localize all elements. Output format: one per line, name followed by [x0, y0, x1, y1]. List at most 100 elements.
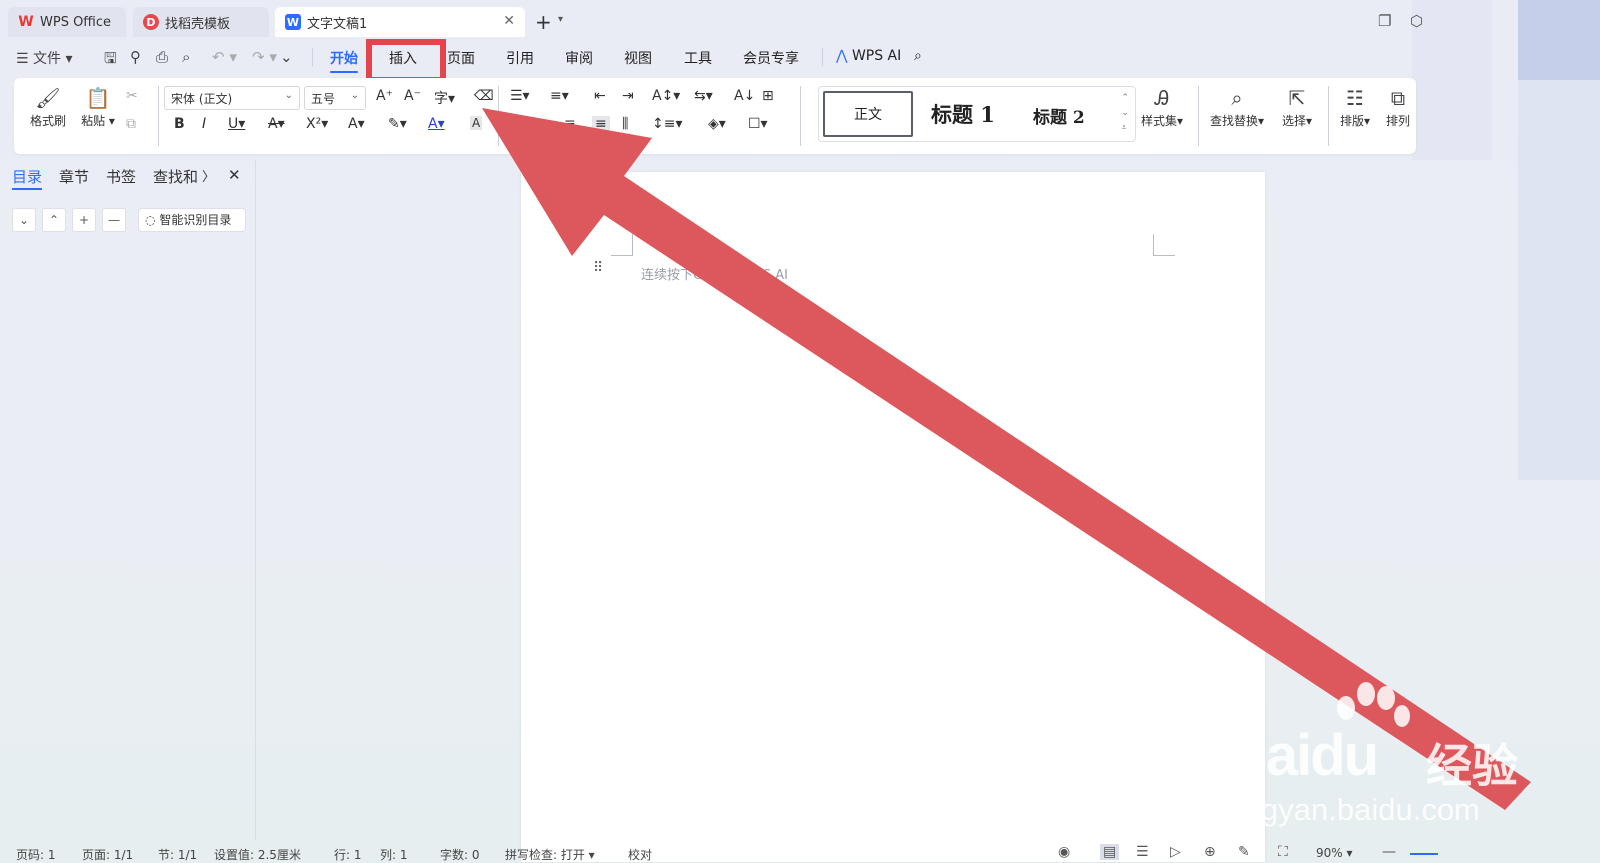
wps-ai-button[interactable]: ⋀ WPS AI — [836, 48, 901, 64]
restore-window-icon[interactable]: ❐ — [1378, 12, 1391, 30]
tab-member[interactable]: 会员专享 — [743, 48, 799, 68]
fit-page-icon[interactable]: ⛶ — [1278, 844, 1288, 860]
bullet-list-icon[interactable]: ☰▾ — [510, 88, 530, 104]
char-shading-icon[interactable]: A — [470, 116, 483, 130]
tab-page[interactable]: 页面 — [447, 48, 475, 68]
nav-tab-toc[interactable]: 目录 — [12, 166, 42, 187]
line-spacing-icon[interactable]: ↕≡▾ — [652, 116, 683, 132]
tab-document[interactable]: W 文字文稿1 ✕ — [275, 7, 525, 37]
select-button[interactable]: ⇱ 选择▾ — [1274, 86, 1320, 129]
web-view-icon[interactable]: ⊕ — [1204, 844, 1216, 860]
status-word-count[interactable]: 字数: 0 — [440, 846, 480, 863]
link-icon[interactable]: ⚲ — [130, 48, 141, 66]
nav-tab-bookmark[interactable]: 书签 — [106, 166, 136, 187]
style-heading-1[interactable]: 标题 1 — [931, 99, 995, 129]
menu-file-button[interactable]: ☰ 文件 ▾ — [16, 48, 73, 68]
zoom-out-icon[interactable]: — — [1382, 844, 1396, 860]
print-icon[interactable]: ⎙ — [156, 48, 168, 66]
text-direction-icon[interactable]: A↕▾ — [652, 88, 680, 104]
highlight-icon[interactable]: ✎▾ — [388, 116, 407, 132]
tab-references[interactable]: 引用 — [506, 48, 534, 68]
shrink-font-icon[interactable]: A⁻ — [404, 88, 421, 104]
page-view-icon[interactable]: ▤ — [1100, 844, 1120, 860]
status-page[interactable]: 页码: 1 — [16, 846, 56, 863]
font-size-select[interactable]: 五号 ⌄ — [304, 86, 366, 110]
text-effect-icon[interactable]: A▾ — [348, 116, 365, 132]
nav-tab-chapter[interactable]: 章节 — [59, 166, 89, 187]
increase-indent-icon[interactable]: ⇥ — [622, 88, 634, 104]
close-icon[interactable]: ✕ — [503, 13, 515, 29]
italic-icon[interactable]: I — [202, 116, 206, 132]
find-replace-button[interactable]: ⌕ 查找替换▾ — [1204, 86, 1270, 129]
style-heading-2[interactable]: 标题 2 — [1033, 103, 1085, 128]
paste-button[interactable]: 📋 粘贴 ▾ — [76, 86, 120, 129]
expand-button[interactable]: ⌃ — [42, 208, 66, 232]
nav-tab-find[interactable]: 查找和 — [153, 166, 198, 187]
ai-toc-button[interactable]: ◌ 智能识别目录 — [138, 208, 246, 232]
decrease-indent-icon[interactable]: ⇤ — [594, 88, 606, 104]
status-row[interactable]: 行: 1 — [334, 846, 362, 863]
arrange-button[interactable]: ⧉ 排列 — [1382, 86, 1414, 129]
clear-format-icon[interactable]: ⌫ — [474, 88, 494, 104]
tab-wps-office[interactable]: W WPS Office — [8, 7, 126, 37]
cube-icon[interactable]: ⬡ — [1410, 12, 1423, 30]
strikethrough-icon[interactable]: A▾ — [268, 116, 285, 132]
status-spellcheck[interactable]: 拼写检查: 打开 ▾ — [505, 846, 595, 863]
outline-view-icon[interactable]: ☰ — [1136, 844, 1149, 860]
wps-ai-icon: ⋀ — [836, 48, 848, 64]
tab-daoke-templates[interactable]: D 找稻壳模板 — [133, 7, 269, 37]
chevron-right-icon[interactable]: 〉 — [202, 166, 215, 185]
status-setting[interactable]: 设置值: 2.5厘米 — [214, 846, 301, 863]
font-color-icon[interactable]: A▾ — [428, 116, 445, 132]
undo-icon[interactable]: ↶ ▾ — [212, 48, 237, 66]
style-normal[interactable]: 正文 — [823, 91, 913, 137]
collapse-button[interactable]: ⌄ — [12, 208, 36, 232]
style-set-button[interactable]: Ꭿ 样式集▾ — [1134, 86, 1190, 129]
tab-tools[interactable]: 工具 — [684, 48, 712, 68]
tab-home[interactable]: 开始 — [330, 48, 358, 68]
status-proofread[interactable]: 校对 — [628, 846, 652, 863]
remove-level-button[interactable]: — — [102, 208, 126, 232]
shading-icon[interactable]: ◈▾ — [708, 116, 726, 132]
chevron-down-icon[interactable]: ▾ — [558, 14, 563, 25]
numbered-list-icon[interactable]: ≡▾ — [550, 88, 569, 104]
search-icon[interactable]: ⌕ — [914, 48, 922, 64]
print-preview-icon[interactable]: ⌕ — [182, 48, 190, 66]
font-name-select[interactable]: 宋体 (正文) ⌄ — [164, 86, 300, 110]
tab-view[interactable]: 视图 — [624, 48, 652, 68]
add-level-button[interactable]: + — [72, 208, 96, 232]
close-icon[interactable]: ✕ — [228, 166, 241, 184]
grow-font-icon[interactable]: A⁺ — [376, 88, 393, 104]
status-col[interactable]: 列: 1 — [380, 846, 408, 863]
zoom-level[interactable]: 90% ▾ — [1316, 846, 1353, 860]
copy-icon[interactable]: ⧉ — [126, 116, 136, 132]
pen-icon[interactable]: ✎ — [1238, 844, 1250, 860]
new-tab-button[interactable]: + — [535, 10, 552, 34]
cut-icon[interactable]: ✂ — [126, 88, 138, 104]
chevron-down-icon[interactable]: ⌄ — [280, 48, 293, 66]
zoom-slider[interactable] — [1410, 853, 1438, 855]
eye-icon[interactable]: ◉ — [1058, 844, 1070, 860]
superscript-icon[interactable]: X²▾ — [306, 116, 328, 132]
distribute-icon[interactable]: ⫼ — [622, 116, 628, 132]
status-pages[interactable]: 页面: 1/1 — [82, 846, 133, 863]
save-icon[interactable]: 🖫 — [104, 48, 117, 73]
bold-icon[interactable]: B — [174, 116, 185, 132]
format-painter-button[interactable]: 🖌 格式刷 — [26, 86, 70, 129]
border-icon[interactable]: ☐▾ — [748, 116, 768, 132]
sort-direction-icon[interactable]: ⇆▾ — [694, 88, 713, 104]
redo-icon[interactable]: ↷ ▾ — [252, 48, 277, 66]
status-section[interactable]: 节: 1/1 — [158, 846, 197, 863]
document-page[interactable]: ⠿ 连续按下Ctrl唤起WPS AI — [521, 172, 1265, 862]
align-center-icon[interactable]: ≡ — [564, 116, 576, 132]
play-icon[interactable]: ▷ — [1170, 844, 1181, 860]
phonetic-guide-icon[interactable]: 字▾ — [434, 88, 455, 108]
sort-icon[interactable]: A↓ — [734, 88, 755, 104]
underline-icon[interactable]: U▾ — [228, 116, 245, 132]
show-marks-icon[interactable]: ⊞ — [762, 88, 774, 104]
align-justify-icon[interactable]: ≡ — [592, 116, 610, 132]
layout-button[interactable]: ☷ 排版▾ — [1332, 86, 1378, 129]
tab-review[interactable]: 审阅 — [565, 48, 593, 68]
drag-handle-icon[interactable]: ⠿ — [593, 260, 603, 276]
gallery-scroll-icon[interactable]: ⌃ ⌄ ⩡ — [1121, 91, 1129, 136]
